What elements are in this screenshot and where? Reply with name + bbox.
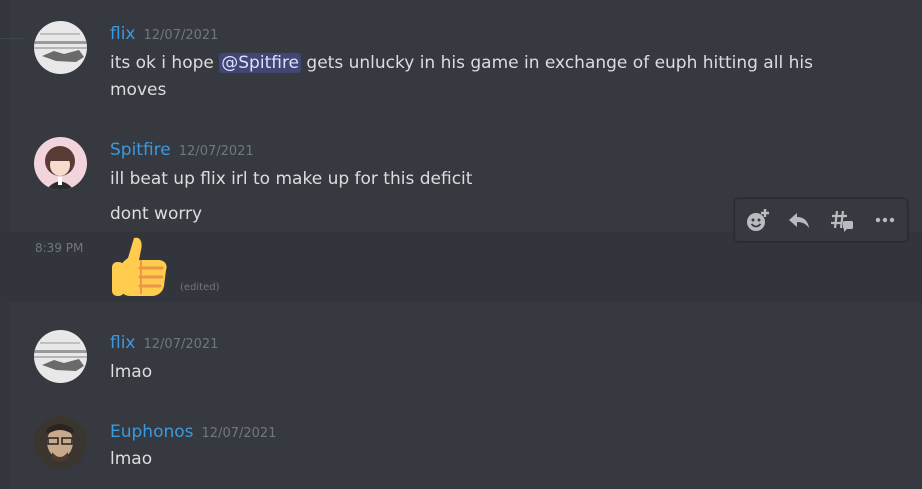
mention[interactable]: @Spitfire — [219, 53, 302, 73]
avatar[interactable] — [34, 330, 87, 383]
username[interactable]: Euphonos — [110, 422, 194, 442]
username[interactable]: flix — [110, 24, 136, 44]
create-thread-icon[interactable] — [828, 206, 856, 234]
username[interactable]: flix — [110, 333, 136, 353]
message-text: ill beat up flix irl to make up for this… — [110, 169, 473, 189]
reply-icon[interactable] — [785, 206, 813, 234]
timestamp: 12/07/2021 — [201, 426, 277, 441]
message-text: lmao — [110, 449, 153, 469]
edited-label: (edited) — [180, 282, 220, 293]
timestamp: 12/07/2021 — [143, 28, 219, 43]
timestamp: 12/07/2021 — [178, 144, 254, 159]
thumbs-up-emoji — [110, 234, 176, 300]
divider — [0, 38, 24, 39]
hover-timestamp: 8:39 PM — [35, 241, 84, 255]
add-reaction-icon[interactable] — [743, 206, 771, 234]
username[interactable]: Spitfire — [110, 140, 171, 160]
avatar[interactable] — [34, 21, 87, 74]
message-text: its ok i hope @Spitfire gets unlucky in … — [110, 53, 813, 100]
avatar[interactable] — [34, 416, 87, 469]
timestamp: 12/07/2021 — [143, 337, 219, 352]
message-text: lmao — [110, 362, 153, 382]
message-actions-toolbar — [734, 198, 908, 242]
avatar[interactable] — [34, 137, 87, 190]
more-icon[interactable] — [871, 206, 899, 234]
